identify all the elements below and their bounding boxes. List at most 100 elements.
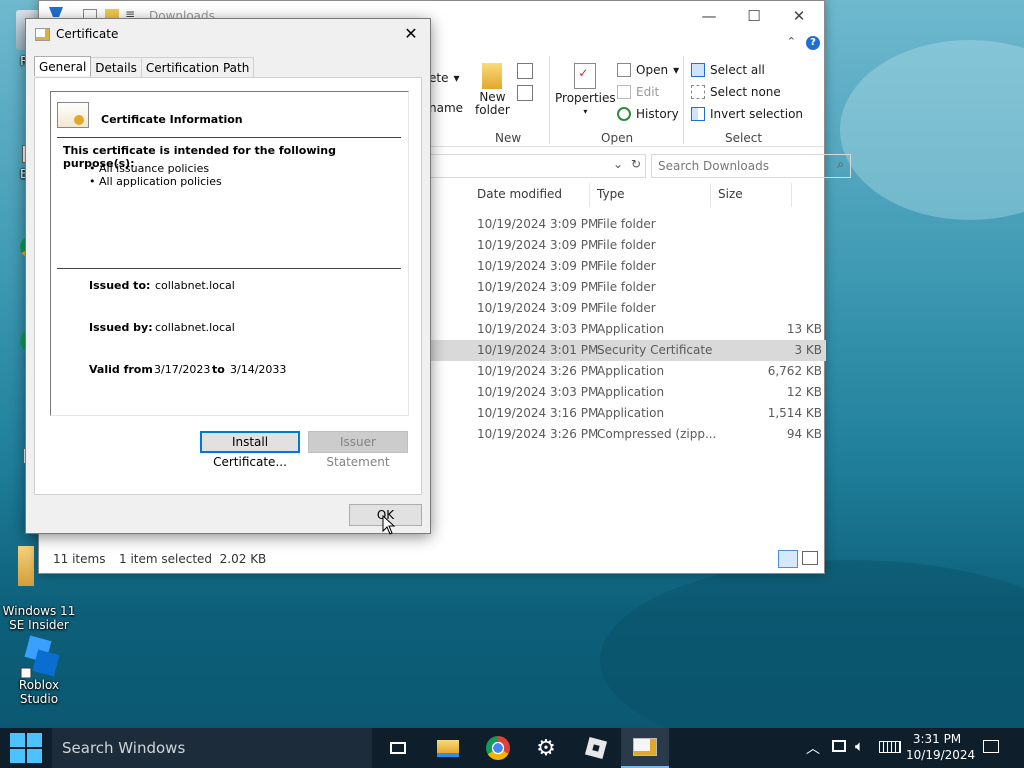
row-date-modified: 10/19/2024 3:01 PM	[477, 343, 599, 357]
tab-general[interactable]: General	[34, 56, 92, 76]
select-none-icon	[691, 85, 705, 99]
row-type: Application	[597, 406, 665, 420]
table-row[interactable]: 10/19/2024 3:09 PM File folder	[429, 235, 826, 256]
search-input[interactable]: Search Downloads ⌕	[651, 154, 851, 178]
properties-label: Properties	[555, 91, 616, 105]
address-bar[interactable]: ⌄ ↻	[429, 154, 646, 178]
install-certificate-button[interactable]: Install Certificate...	[200, 431, 300, 469]
edit-label: Edit	[636, 85, 660, 99]
tab-certification-path[interactable]: Certification Path	[140, 57, 255, 77]
folder-icon	[437, 739, 459, 757]
table-row[interactable]: 10/19/2024 3:09 PM File folder	[429, 256, 826, 277]
notification-icon[interactable]	[983, 740, 999, 753]
edit-button[interactable]: Edit	[617, 85, 659, 99]
row-date-modified: 10/19/2024 3:09 PM	[477, 217, 599, 231]
properties-icon: ✓	[574, 63, 597, 89]
taskbar-search-box[interactable]: Search Windows	[52, 728, 372, 768]
row-type: File folder	[597, 301, 656, 315]
valid-to-value: 3/14/2033	[230, 363, 287, 376]
table-row[interactable]: 10/19/2024 3:09 PM File folder	[429, 277, 826, 298]
certificate-title-icon	[35, 28, 50, 41]
taskbar-certificate[interactable]	[621, 728, 669, 768]
issuer-statement-button[interactable]: Issuer Statement	[308, 431, 408, 469]
taskbar-chrome[interactable]	[474, 728, 522, 768]
table-row[interactable]: 10/19/2024 3:03 PM Application 13 KB	[429, 319, 826, 340]
delete-label: ete	[429, 71, 449, 85]
table-row[interactable]: 10/19/2024 3:16 PM Application 1,514 KB	[429, 403, 826, 424]
row-date-modified: 10/19/2024 3:09 PM	[477, 280, 599, 294]
purpose-text: All issuance policies	[99, 162, 210, 175]
purpose-list: • All issuance policies • All applicatio…	[89, 162, 222, 188]
open-group-label: Open	[601, 131, 634, 145]
network-icon[interactable]	[832, 740, 846, 752]
purpose-item: • All issuance policies	[89, 162, 210, 175]
show-hidden-icons-icon[interactable]: ︿	[806, 738, 820, 758]
gear-icon: ⚙	[536, 735, 556, 761]
dialog-title: Certificate	[56, 27, 119, 41]
keyboard-icon[interactable]	[879, 741, 901, 753]
invert-selection-button[interactable]: Invert selection	[691, 107, 803, 121]
volume-icon[interactable]: 🔈︎	[855, 737, 864, 755]
taskbar-file-explorer[interactable]	[424, 728, 472, 768]
row-date-modified: 10/19/2024 3:16 PM	[477, 406, 599, 420]
new-item-icon[interactable]	[517, 63, 533, 79]
table-row[interactable]: 10/19/2024 3:01 PM Security Certificate 3 …	[429, 340, 826, 361]
row-date-modified: 10/19/2024 3:03 PM	[477, 385, 599, 399]
table-row[interactable]: 10/19/2024 3:09 PM File folder	[429, 214, 826, 235]
table-row[interactable]: 10/19/2024 3:26 PM Compressed (zipp... 94 …	[429, 424, 826, 445]
history-button[interactable]: History	[617, 107, 679, 121]
select-none-button[interactable]: Select none	[691, 85, 781, 99]
column-size[interactable]: Size	[718, 187, 743, 201]
select-all-button[interactable]: Select all	[691, 63, 765, 77]
clock[interactable]: 3:31 PM 10/19/2024	[906, 731, 975, 763]
folder-icon	[18, 546, 34, 586]
details-view-icon[interactable]	[778, 550, 798, 568]
easy-access-icon[interactable]	[517, 85, 533, 101]
large-icons-view-icon[interactable]	[802, 551, 818, 565]
row-type: Compressed (zipp...	[597, 427, 717, 441]
refresh-icon[interactable]: ↻	[631, 157, 641, 171]
select-none-label: Select none	[710, 85, 781, 99]
ribbon-separator	[549, 56, 550, 144]
tab-details[interactable]: Details	[90, 57, 142, 77]
taskbar-roblox[interactable]	[572, 728, 620, 768]
column-type[interactable]: Type	[597, 187, 625, 201]
open-button[interactable]: Open ▾	[617, 63, 679, 77]
chevron-down-icon: ▾	[583, 107, 588, 116]
invert-selection-label: Invert selection	[710, 107, 804, 121]
properties-button[interactable]: ✓ Properties ▾	[555, 63, 616, 116]
divider	[57, 268, 401, 269]
invert-selection-icon	[691, 107, 705, 121]
column-date-modified[interactable]: Date modified	[477, 187, 562, 201]
column-divider	[710, 183, 711, 207]
roblox-studio-icon	[19, 634, 60, 679]
table-row[interactable]: 10/19/2024 3:26 PM Application 6,762 KB	[429, 361, 826, 382]
valid-from-value: 3/17/2023	[154, 363, 211, 376]
delete-button-partial[interactable]: ete ▾	[429, 71, 460, 85]
table-row[interactable]: 10/19/2024 3:03 PM Application 12 KB	[429, 382, 826, 403]
help-icon[interactable]: ?	[806, 36, 820, 50]
task-view-button[interactable]	[374, 728, 422, 768]
valid-from-label: Valid from	[89, 363, 153, 376]
start-button[interactable]	[0, 728, 52, 768]
selection-info: 1 item selected 2.02 KB	[119, 552, 267, 566]
ribbon-separator	[683, 56, 684, 144]
clock-time: 3:31 PM	[912, 732, 962, 746]
address-dropdown-icon[interactable]: ⌄	[613, 157, 623, 171]
collapse-ribbon-icon[interactable]: ⌃	[787, 35, 796, 48]
dialog-close-button[interactable]: ✕	[398, 23, 424, 45]
minimize-button[interactable]: —	[694, 6, 724, 26]
desktop-icon-label: Roblox Studio	[18, 678, 60, 706]
certificate-icon	[633, 738, 657, 756]
table-row[interactable]: 10/19/2024 3:09 PM File folder	[429, 298, 826, 319]
new-folder-button[interactable]: New folder	[475, 63, 510, 117]
row-type: File folder	[597, 238, 656, 252]
close-button[interactable]: ✕	[784, 6, 814, 26]
maximize-button[interactable]: ☐	[739, 6, 769, 26]
row-type: Application	[597, 364, 665, 378]
dialog-tabs: General Details Certification Path	[34, 56, 255, 77]
desktop-icon-roblox-studio[interactable]: Roblox Studio	[0, 634, 78, 706]
search-placeholder: Search Downloads	[658, 159, 769, 173]
taskbar-settings[interactable]: ⚙	[522, 728, 570, 768]
rename-button-partial[interactable]: name	[429, 101, 463, 115]
